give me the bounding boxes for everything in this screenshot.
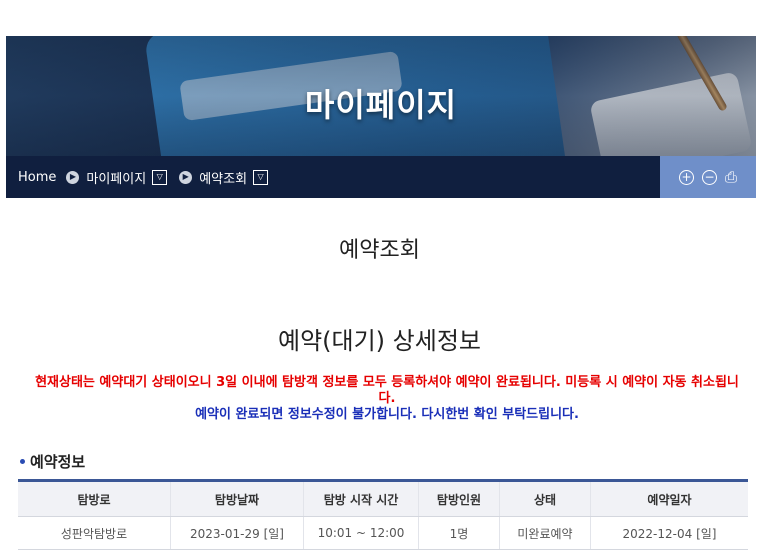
column-header: 탐방로 bbox=[18, 479, 171, 517]
breadcrumb-separator-icon: ▶ bbox=[179, 170, 193, 184]
breadcrumb-bar: Home ▶ 마이페이지 ▽ ▶ 예약조회 ▽ + − ⎙ bbox=[6, 156, 756, 198]
page-banner: 마이페이지 bbox=[6, 36, 756, 156]
column-header: 예약일자 bbox=[590, 479, 748, 517]
reservation-notice: 현재상태는 예약대기 상태이오니 3일 이내에 탐방객 정보를 모두 등록하셔야… bbox=[28, 375, 746, 423]
top-margin bbox=[0, 0, 759, 36]
zoom-out-icon[interactable]: − bbox=[701, 169, 717, 185]
notice-warning-text: 현재상태는 예약대기 상태이오니 3일 이내에 탐방객 정보를 모두 등록하셔야… bbox=[35, 375, 739, 406]
breadcrumb-separator-icon: ▶ bbox=[66, 170, 80, 184]
notice-info-text: 예약이 완료되면 정보수정이 불가합니다. 다시한번 확인 부탁드립니다. bbox=[195, 407, 579, 422]
zoom-in-icon[interactable]: + bbox=[678, 169, 694, 185]
table-cell: 미완료예약 bbox=[499, 516, 591, 550]
table-cell: 1명 bbox=[418, 516, 500, 550]
table-cell: 2022-12-04 [일] bbox=[590, 516, 748, 550]
breadcrumb-mypage-link[interactable]: 마이페이지 bbox=[86, 168, 146, 187]
reservation-table: 탐방로 탐방날짜 탐방 시작 시간 탐방인원 상태 예약일자 성판악탐방로 20… bbox=[18, 479, 748, 550]
reservation-info-heading: 예약정보 bbox=[20, 451, 85, 472]
section-title: 예약(대기) 상세정보 bbox=[278, 327, 481, 355]
table-cell: 성판악탐방로 bbox=[18, 516, 171, 550]
column-header: 탐방 시작 시간 bbox=[303, 479, 419, 517]
print-icon[interactable]: ⎙ bbox=[725, 169, 737, 185]
chevron-down-icon[interactable]: ▽ bbox=[152, 169, 168, 185]
banner-title: 마이페이지 bbox=[304, 86, 458, 124]
table-cell: 10:01 ~ 12:00 bbox=[303, 516, 419, 550]
page-title: 예약조회 bbox=[339, 238, 420, 263]
column-header: 탐방인원 bbox=[418, 479, 500, 517]
table-header-row: 탐방로 탐방날짜 탐방 시작 시간 탐방인원 상태 예약일자 bbox=[18, 479, 748, 517]
table-cell: 2023-01-29 [일] bbox=[170, 516, 304, 550]
breadcrumb: Home ▶ 마이페이지 ▽ ▶ 예약조회 ▽ bbox=[6, 168, 660, 187]
breadcrumb-home-link[interactable]: Home bbox=[18, 170, 56, 185]
breadcrumb-reservation-link[interactable]: 예약조회 bbox=[199, 168, 247, 187]
table-row: 성판악탐방로 2023-01-29 [일] 10:01 ~ 12:00 1명 미… bbox=[18, 516, 748, 550]
column-header: 상태 bbox=[499, 479, 591, 517]
column-header: 탐방날짜 bbox=[170, 479, 304, 517]
bullet-icon bbox=[20, 459, 25, 464]
chevron-down-icon[interactable]: ▽ bbox=[253, 169, 269, 185]
reservation-info-label: 예약정보 bbox=[30, 453, 86, 471]
page-tools: + − ⎙ bbox=[660, 156, 756, 198]
